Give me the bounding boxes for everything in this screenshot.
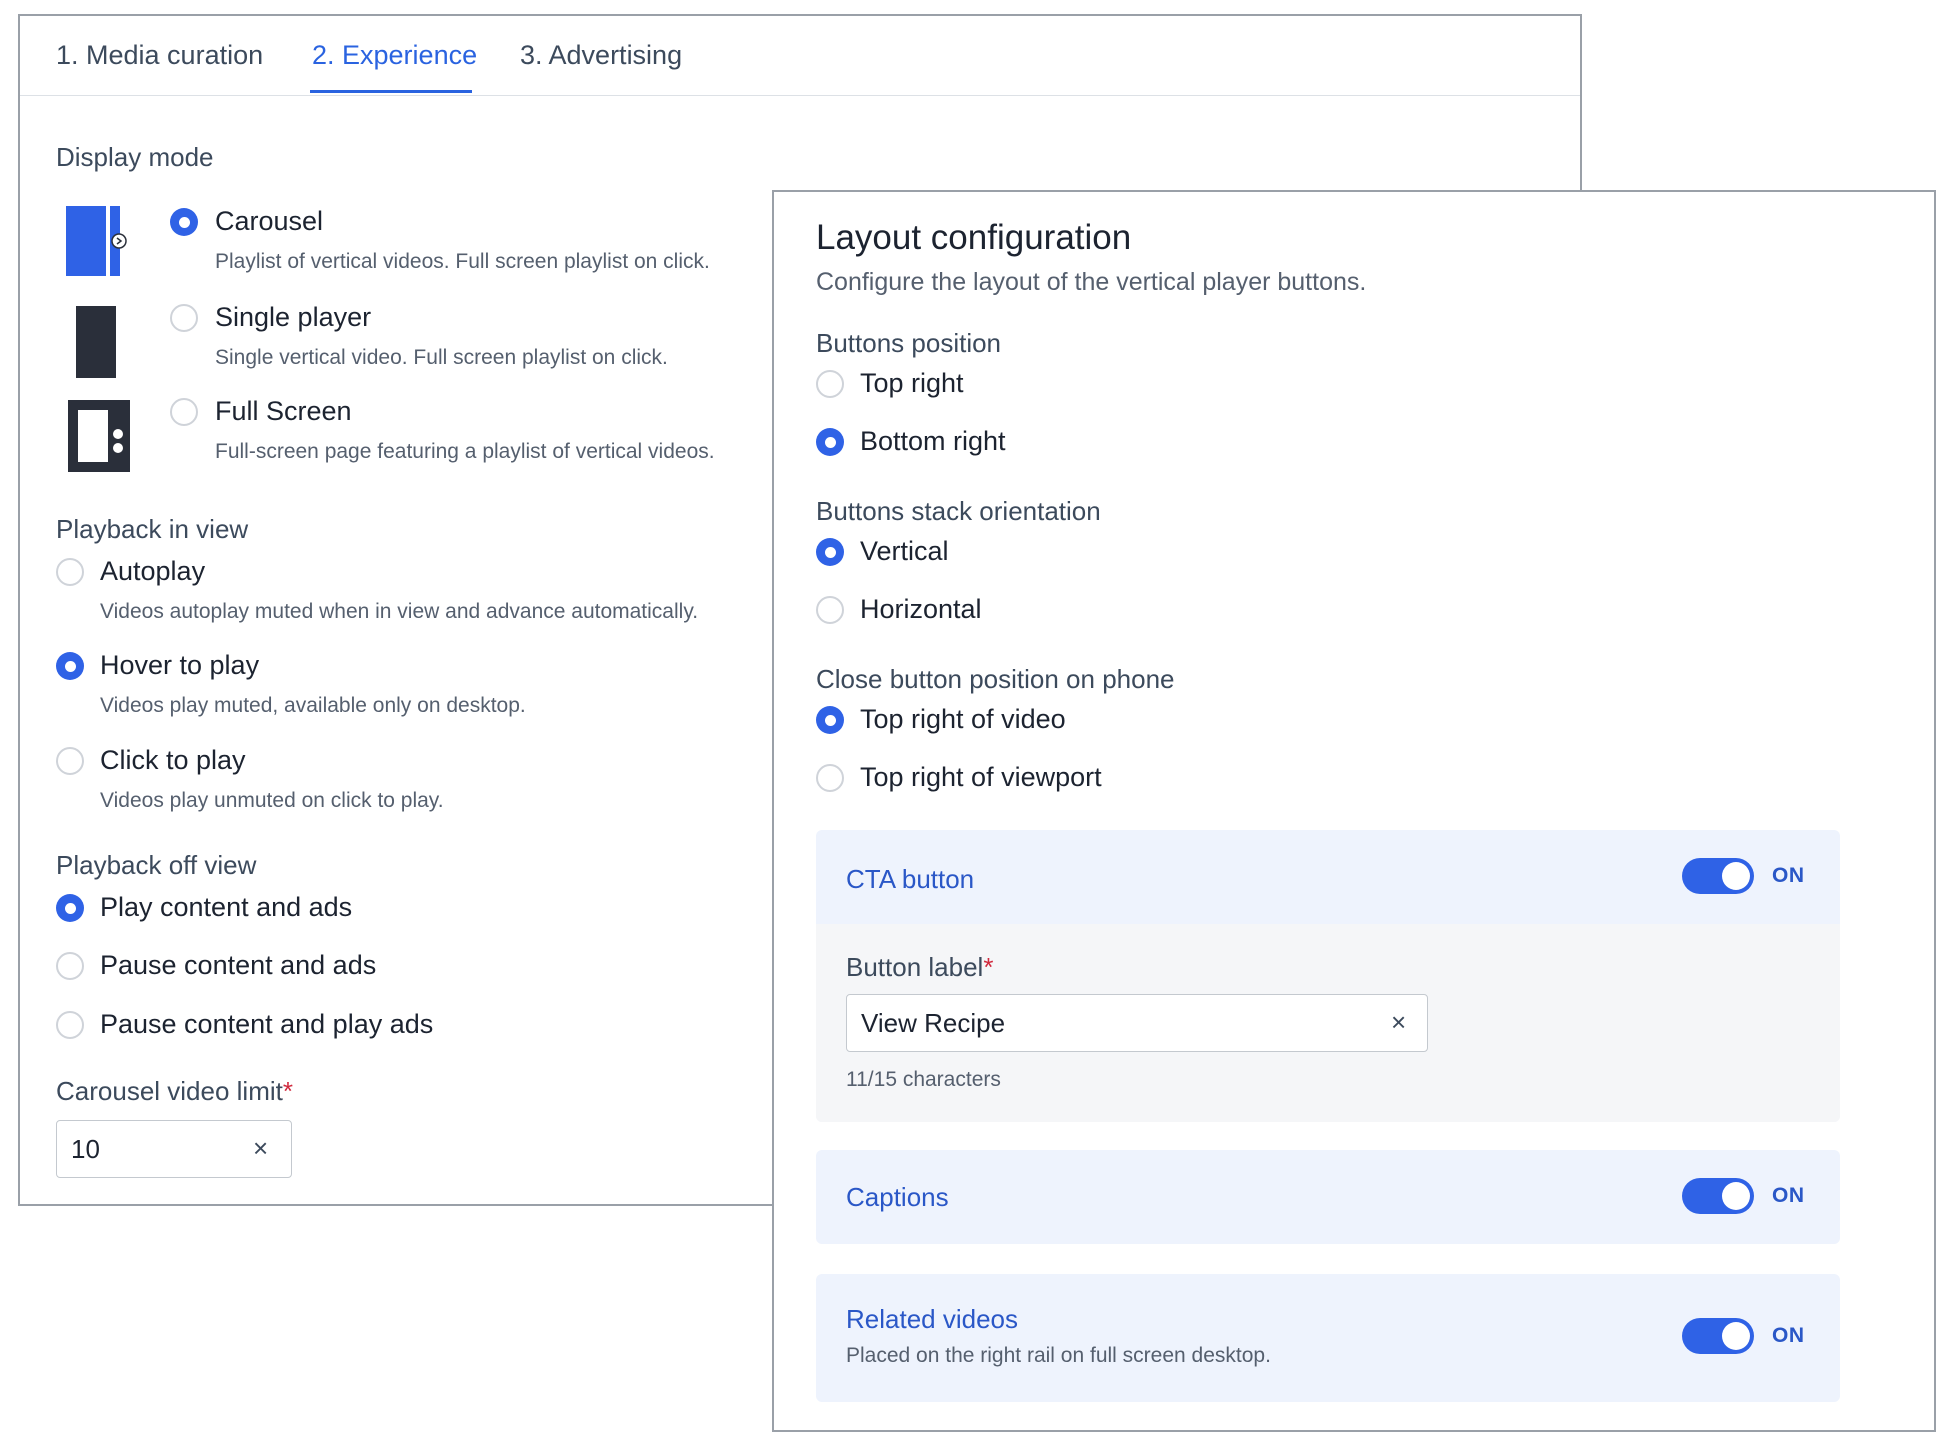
cta-button-card: CTA button ON Button label* × 11/15 char… xyxy=(816,830,1840,1122)
single-player-desc: Single vertical video. Full screen playl… xyxy=(215,346,668,369)
click-to-play-label: Click to play xyxy=(100,745,246,775)
full-screen-label: Full Screen xyxy=(215,396,352,426)
play-content-and-ads-label: Play content and ads xyxy=(100,892,353,922)
radio-top-right-of-viewport[interactable] xyxy=(816,764,844,792)
button-label-field: × xyxy=(846,994,1428,1052)
radio-hover-to-play[interactable] xyxy=(56,652,84,680)
vertical-label: Vertical xyxy=(860,536,949,566)
single-player-mode-icon xyxy=(76,306,116,378)
related-videos-toggle-label: ON xyxy=(1772,1324,1805,1347)
clear-icon[interactable]: × xyxy=(1391,1009,1406,1035)
button-label-input[interactable] xyxy=(861,995,1267,1051)
full-screen-mode-icon xyxy=(68,400,130,472)
playback-in-view-title: Playback in view xyxy=(56,514,249,544)
related-videos-toggle[interactable] xyxy=(1682,1318,1754,1354)
top-right-of-viewport-label: Top right of viewport xyxy=(860,762,1102,792)
radio-autoplay[interactable] xyxy=(56,558,84,586)
cta-button-body: Button label* × 11/15 characters xyxy=(816,924,1840,1122)
carousel-mode-icon xyxy=(66,206,127,276)
related-videos-title: Related videos xyxy=(846,1304,1018,1334)
cta-button-title: CTA button xyxy=(846,864,975,894)
hover-to-play-label: Hover to play xyxy=(100,650,260,680)
close-position-title: Close button position on phone xyxy=(816,664,1175,694)
pause-content-and-play-ads-label: Pause content and play ads xyxy=(100,1009,434,1039)
top-right-label: Top right xyxy=(860,368,964,398)
tab-bar: 1. Media curation 2. Experience 3. Adver… xyxy=(20,16,1580,96)
layout-config-title: Layout configuration xyxy=(816,218,1132,257)
display-mode-title: Display mode xyxy=(56,142,214,172)
captions-title: Captions xyxy=(846,1182,949,1212)
radio-click-to-play[interactable] xyxy=(56,747,84,775)
radio-vertical[interactable] xyxy=(816,538,844,566)
required-mark: * xyxy=(983,952,994,982)
tab-experience[interactable]: 2. Experience xyxy=(312,40,477,71)
bottom-right-label: Bottom right xyxy=(860,426,1006,456)
active-tab-indicator xyxy=(310,90,472,93)
required-mark: * xyxy=(282,1076,293,1106)
character-counter: 11/15 characters xyxy=(846,1068,1001,1091)
button-label-text: Button label xyxy=(846,952,984,982)
tab-advertising[interactable]: 3. Advertising xyxy=(520,40,682,71)
carousel-label: Carousel xyxy=(215,206,324,236)
carousel-limit-input[interactable] xyxy=(71,1121,235,1177)
click-to-play-desc: Videos play unmuted on click to play. xyxy=(100,789,444,812)
playback-off-view-title: Playback off view xyxy=(56,850,257,880)
single-player-label: Single player xyxy=(215,302,372,332)
radio-full-screen[interactable] xyxy=(170,398,198,426)
radio-bottom-right[interactable] xyxy=(816,428,844,456)
button-label-label: Button label* xyxy=(846,952,993,983)
carousel-desc: Playlist of vertical videos. Full screen… xyxy=(215,250,710,273)
related-videos-desc: Placed on the right rail on full screen … xyxy=(846,1344,1271,1367)
pause-content-and-ads-label: Pause content and ads xyxy=(100,950,377,980)
tab-media-curation[interactable]: 1. Media curation xyxy=(56,40,263,71)
clear-icon[interactable]: × xyxy=(253,1135,268,1161)
autoplay-desc: Videos autoplay muted when in view and a… xyxy=(100,600,699,623)
buttons-position-title: Buttons position xyxy=(816,328,1002,358)
cta-toggle[interactable] xyxy=(1682,858,1754,894)
radio-carousel[interactable] xyxy=(170,208,198,236)
radio-single-player[interactable] xyxy=(170,304,198,332)
captions-card: Captions ON xyxy=(816,1150,1840,1244)
top-right-of-video-label: Top right of video xyxy=(860,704,1066,734)
radio-horizontal[interactable] xyxy=(816,596,844,624)
captions-toggle[interactable] xyxy=(1682,1178,1754,1214)
radio-top-right-of-video[interactable] xyxy=(816,706,844,734)
cta-toggle-label: ON xyxy=(1772,864,1805,887)
carousel-limit-field: × xyxy=(56,1120,292,1178)
radio-pause-content-and-play-ads[interactable] xyxy=(56,1011,84,1039)
carousel-limit-label: Carousel video limit* xyxy=(56,1076,293,1107)
autoplay-label: Autoplay xyxy=(100,556,206,586)
hover-to-play-desc: Videos play muted, available only on des… xyxy=(100,694,526,717)
full-screen-desc: Full-screen page featuring a playlist of… xyxy=(215,440,715,463)
carousel-limit-label-text: Carousel video limit xyxy=(56,1076,283,1106)
radio-top-right[interactable] xyxy=(816,370,844,398)
related-videos-card: Related videos Placed on the right rail … xyxy=(816,1274,1840,1402)
layout-config-subtitle: Configure the layout of the vertical pla… xyxy=(816,268,1367,296)
stack-orientation-title: Buttons stack orientation xyxy=(816,496,1101,526)
radio-pause-content-and-ads[interactable] xyxy=(56,952,84,980)
captions-toggle-label: ON xyxy=(1772,1184,1805,1207)
layout-configuration-panel: Layout configuration Configure the layou… xyxy=(772,190,1936,1432)
horizontal-label: Horizontal xyxy=(860,594,982,624)
radio-play-content-and-ads[interactable] xyxy=(56,894,84,922)
